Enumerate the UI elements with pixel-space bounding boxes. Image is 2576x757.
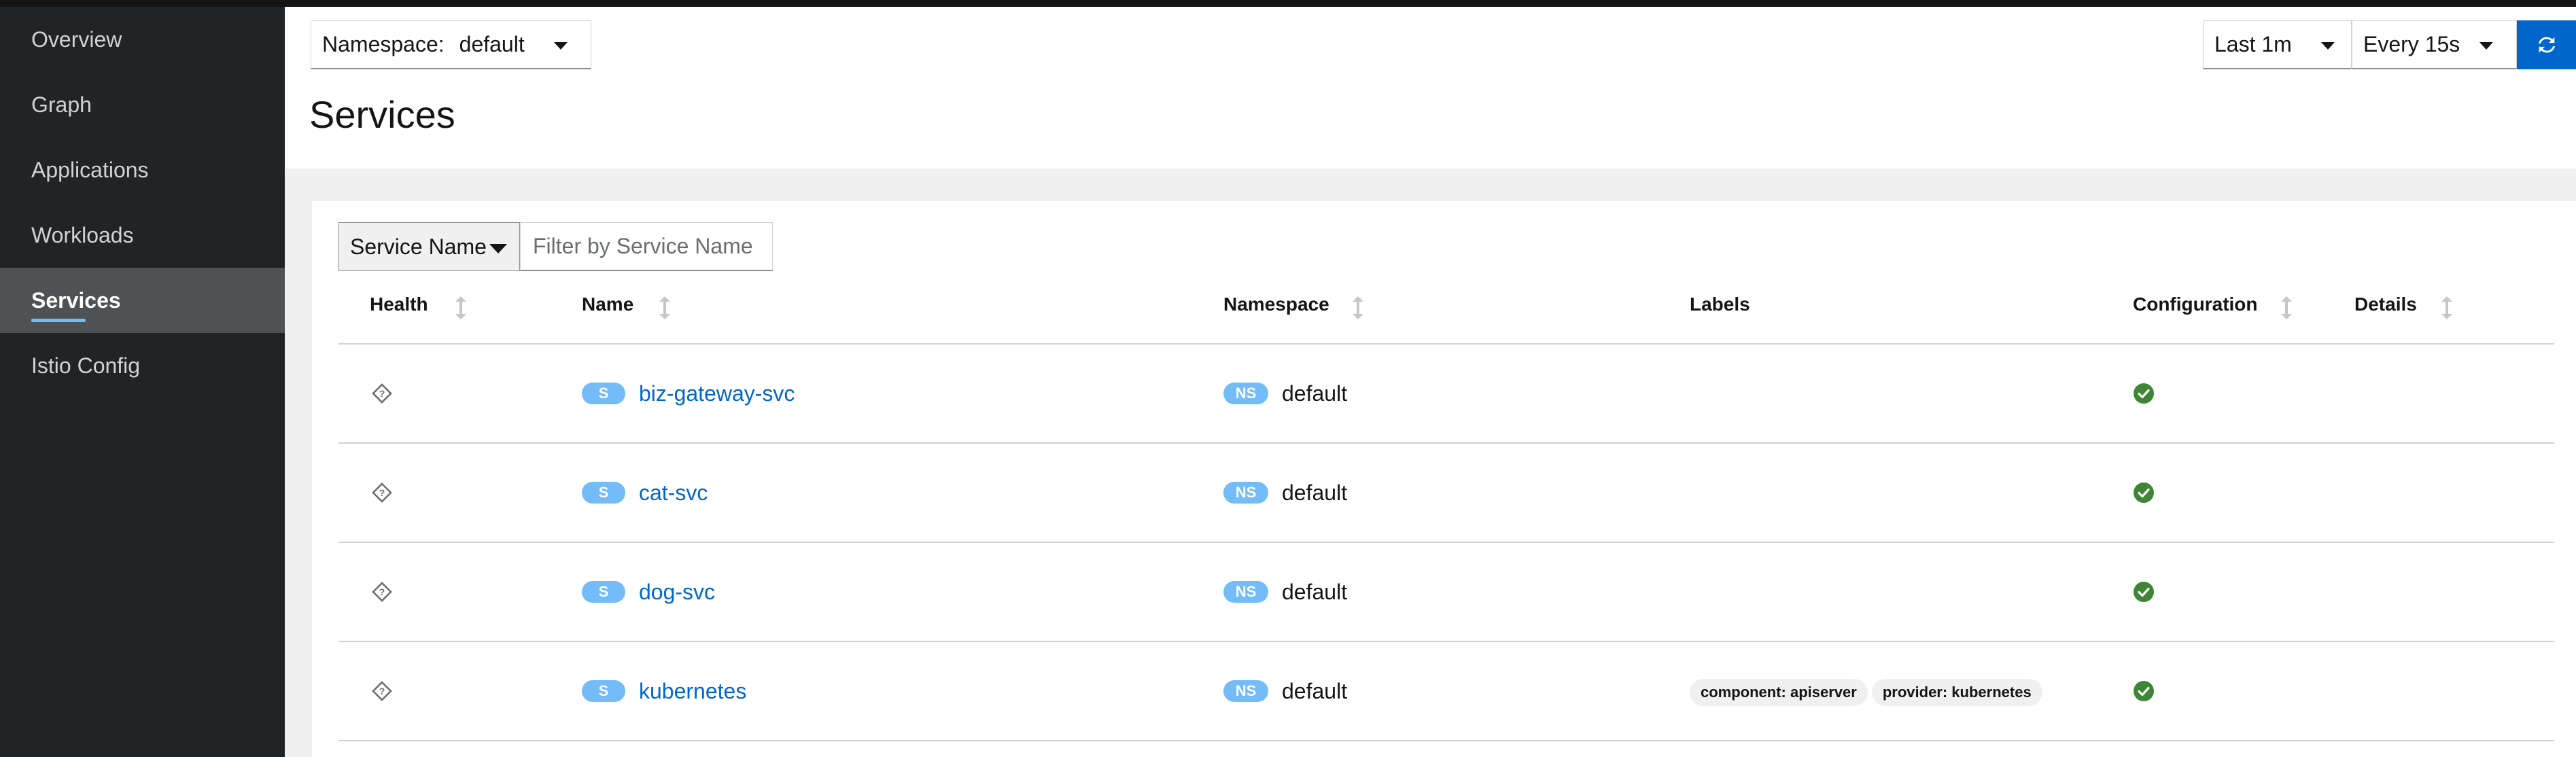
sidebar-item-applications[interactable]: Applications: [0, 137, 285, 203]
column-header-label: Health: [370, 294, 428, 315]
content-gutter: [285, 169, 312, 757]
sidebar-item-label: Graph: [31, 92, 92, 117]
time-range-select[interactable]: Last 1m: [2203, 20, 2352, 69]
table-cell-namespace: NS default: [1223, 378, 1347, 409]
label-chip: component: apiserver: [1690, 679, 1868, 706]
service-badge: S: [582, 383, 625, 404]
table-header-divider: [338, 343, 2554, 345]
sort-icon[interactable]: [2280, 296, 2293, 319]
column-header-label: Details: [2354, 294, 2417, 315]
caret-down-icon: [554, 42, 568, 50]
namespace-select[interactable]: Namespace: default: [311, 20, 591, 69]
refresh-interval-select[interactable]: Every 15s: [2352, 20, 2517, 69]
config-valid-icon: [2134, 482, 2154, 503]
health-unknown-icon: ?: [372, 383, 392, 404]
sidebar-item-services[interactable]: Services: [0, 268, 285, 333]
refresh-button[interactable]: [2517, 20, 2576, 69]
sidebar: Overview Graph Applications Workloads Se…: [0, 7, 285, 757]
column-header-name[interactable]: Name: [582, 294, 633, 315]
sidebar-item-istio-config[interactable]: Istio Config: [0, 333, 285, 398]
svg-text:?: ?: [379, 586, 385, 597]
svg-text:?: ?: [379, 487, 385, 498]
filter-input[interactable]: [520, 222, 773, 271]
health-unknown-icon: ?: [372, 582, 392, 602]
column-header-label: Namespace: [1223, 294, 1329, 315]
service-link[interactable]: biz-gateway-svc: [639, 381, 795, 406]
column-header-configuration[interactable]: Configuration: [2133, 294, 2258, 315]
svg-text:?: ?: [379, 388, 385, 399]
health-unknown-icon: ?: [372, 482, 392, 503]
service-link[interactable]: kubernetes: [639, 679, 746, 704]
namespace-badge: NS: [1223, 383, 1268, 404]
config-valid-icon: [2134, 383, 2154, 404]
active-indicator: [31, 319, 86, 322]
namespace-value: default: [1282, 381, 1348, 406]
service-link[interactable]: cat-svc: [639, 480, 708, 506]
service-badge: S: [582, 482, 625, 504]
service-badge: S: [582, 581, 625, 603]
label-chip: provider: kubernetes: [1871, 679, 2042, 706]
config-valid-icon: [2134, 582, 2154, 602]
table-row-divider: [338, 442, 2554, 444]
table-row-divider: [338, 641, 2554, 642]
column-header-label: Configuration: [2133, 294, 2258, 315]
sidebar-item-workloads[interactable]: Workloads: [0, 203, 285, 268]
table-cell-name: S kubernetes: [582, 675, 746, 707]
sidebar-item-label: Workloads: [31, 222, 134, 247]
caret-down-icon: [489, 244, 507, 253]
time-range-value: Last 1m: [2214, 32, 2292, 56]
filter-type-select[interactable]: Service Name: [338, 222, 520, 271]
refresh-interval-value: Every 15s: [2363, 32, 2460, 56]
table-cell-namespace: NS default: [1223, 576, 1347, 608]
service-link[interactable]: dog-svc: [639, 580, 715, 605]
caret-down-icon: [2479, 42, 2493, 50]
table-cell-namespace: NS default: [1223, 477, 1347, 508]
namespace-value: default: [459, 32, 525, 56]
config-valid-icon: [2134, 681, 2154, 701]
column-header-label: Name: [582, 294, 634, 315]
table-cell-namespace: NS default: [1223, 675, 1347, 707]
table-cell-name: S biz-gateway-svc: [582, 378, 795, 409]
sync-icon: [2538, 37, 2555, 53]
page-title: Services: [309, 93, 455, 136]
top-bar: [0, 0, 2576, 7]
service-badge: S: [582, 680, 625, 702]
filter-type-value: Service Name: [350, 234, 487, 259]
table-row-divider: [338, 740, 2554, 741]
namespace-badge: NS: [1223, 581, 1268, 603]
table-cell-name: S cat-svc: [582, 477, 708, 508]
sidebar-item-label: Applications: [31, 157, 149, 182]
namespace-value: default: [1282, 579, 1348, 604]
namespace-value: default: [1282, 480, 1348, 505]
content-separator: [285, 169, 2576, 201]
caret-down-icon: [2321, 42, 2335, 50]
namespace-value: default: [1282, 678, 1348, 703]
column-header-labels: Labels: [1690, 294, 1750, 315]
column-header-health[interactable]: Health: [370, 294, 428, 315]
column-header-namespace[interactable]: Namespace: [1223, 294, 1329, 315]
sort-icon[interactable]: [454, 296, 468, 319]
table-cell-name: S dog-svc: [582, 576, 715, 608]
namespace-badge: NS: [1223, 680, 1268, 702]
sidebar-item-label: Istio Config: [31, 353, 141, 378]
sort-icon[interactable]: [1351, 296, 1365, 319]
namespace-badge: NS: [1223, 482, 1268, 504]
sidebar-item-label: Overview: [31, 27, 122, 52]
health-unknown-icon: ?: [372, 681, 392, 701]
table-cell-labels: component: apiserver provider: kubernete…: [1690, 677, 2047, 707]
sidebar-item-graph[interactable]: Graph: [0, 72, 285, 137]
page-header: Namespace: default Services Last 1m Ever…: [285, 7, 2576, 169]
column-header-label: Labels: [1690, 294, 1750, 315]
sidebar-item-overview[interactable]: Overview: [0, 7, 285, 72]
sort-icon[interactable]: [658, 296, 672, 319]
sort-icon[interactable]: [2440, 296, 2454, 319]
namespace-label: Namespace:: [322, 32, 445, 56]
column-header-details[interactable]: Details: [2354, 294, 2417, 315]
sidebar-item-label: Services: [31, 287, 121, 313]
table-row-divider: [338, 542, 2554, 543]
svg-text:?: ?: [379, 686, 385, 697]
